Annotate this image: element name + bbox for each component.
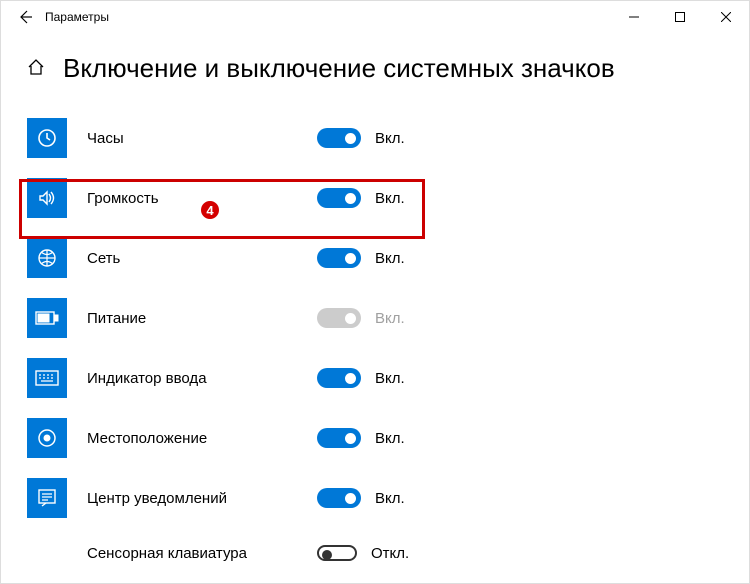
- row-location: Местоположение Вкл.: [27, 408, 729, 468]
- row-label: Местоположение: [87, 430, 317, 447]
- row-label: Питание: [87, 310, 317, 327]
- toggle-power: [317, 308, 361, 328]
- page-title: Включение и выключение системных значков: [63, 53, 615, 84]
- battery-icon: [35, 310, 59, 326]
- toggle-state: Вкл.: [375, 490, 405, 507]
- row-label: Индикатор ввода: [87, 370, 317, 387]
- back-button[interactable]: [11, 3, 39, 31]
- page-header: Включение и выключение системных значков: [1, 33, 749, 108]
- globe-icon: [36, 247, 58, 269]
- toggle-state: Вкл.: [375, 190, 405, 207]
- location-icon-box: [27, 418, 67, 458]
- maximize-icon: [675, 12, 685, 22]
- target-icon: [36, 427, 58, 449]
- close-button[interactable]: [703, 1, 749, 33]
- maximize-button[interactable]: [657, 1, 703, 33]
- row-clock: Часы Вкл.: [27, 108, 729, 168]
- row-power: Питание Вкл.: [27, 288, 729, 348]
- action-center-icon-box: [27, 478, 67, 518]
- toggle-state: Вкл.: [375, 130, 405, 147]
- titlebar: Параметры: [1, 1, 749, 33]
- row-label: Часы: [87, 130, 317, 147]
- toggle-clock[interactable]: [317, 128, 361, 148]
- row-label: Громкость: [87, 190, 317, 207]
- row-volume: Громкость Вкл.: [27, 168, 729, 228]
- window-controls: [611, 1, 749, 33]
- row-network: Сеть Вкл.: [27, 228, 729, 288]
- toggle-volume[interactable]: [317, 188, 361, 208]
- toggle-state: Вкл.: [375, 430, 405, 447]
- home-icon: [27, 58, 45, 76]
- toggle-state: Вкл.: [375, 250, 405, 267]
- row-label: Центр уведомлений: [87, 490, 317, 507]
- close-icon: [721, 12, 731, 22]
- toggle-network[interactable]: [317, 248, 361, 268]
- clock-icon-box: [27, 118, 67, 158]
- settings-list: Часы Вкл. Громкость Вкл. Сеть Вкл. Питан…: [1, 108, 749, 578]
- toggle-input-indicator[interactable]: [317, 368, 361, 388]
- row-label: Сеть: [87, 250, 317, 267]
- volume-icon-box: [27, 178, 67, 218]
- input-icon-box: [27, 358, 67, 398]
- toggle-state: Вкл.: [375, 310, 405, 327]
- row-input-indicator: Индикатор ввода Вкл.: [27, 348, 729, 408]
- row-label: Сенсорная клавиатура: [87, 545, 317, 562]
- toggle-touch-keyboard[interactable]: [317, 545, 357, 561]
- clock-icon: [36, 127, 58, 149]
- notification-icon: [36, 487, 58, 509]
- volume-icon: [36, 187, 58, 209]
- toggle-state: Откл.: [371, 545, 409, 562]
- toggle-location[interactable]: [317, 428, 361, 448]
- window-title: Параметры: [45, 10, 109, 24]
- arrow-left-icon: [17, 9, 33, 25]
- network-icon-box: [27, 238, 67, 278]
- row-touch-keyboard: Сенсорная клавиатура Откл.: [27, 528, 729, 578]
- minimize-icon: [629, 12, 639, 22]
- toggle-state: Вкл.: [375, 370, 405, 387]
- minimize-button[interactable]: [611, 1, 657, 33]
- keyboard-icon: [35, 370, 59, 386]
- power-icon-box: [27, 298, 67, 338]
- home-button[interactable]: [27, 58, 45, 81]
- toggle-action-center[interactable]: [317, 488, 361, 508]
- row-action-center: Центр уведомлений Вкл.: [27, 468, 729, 528]
